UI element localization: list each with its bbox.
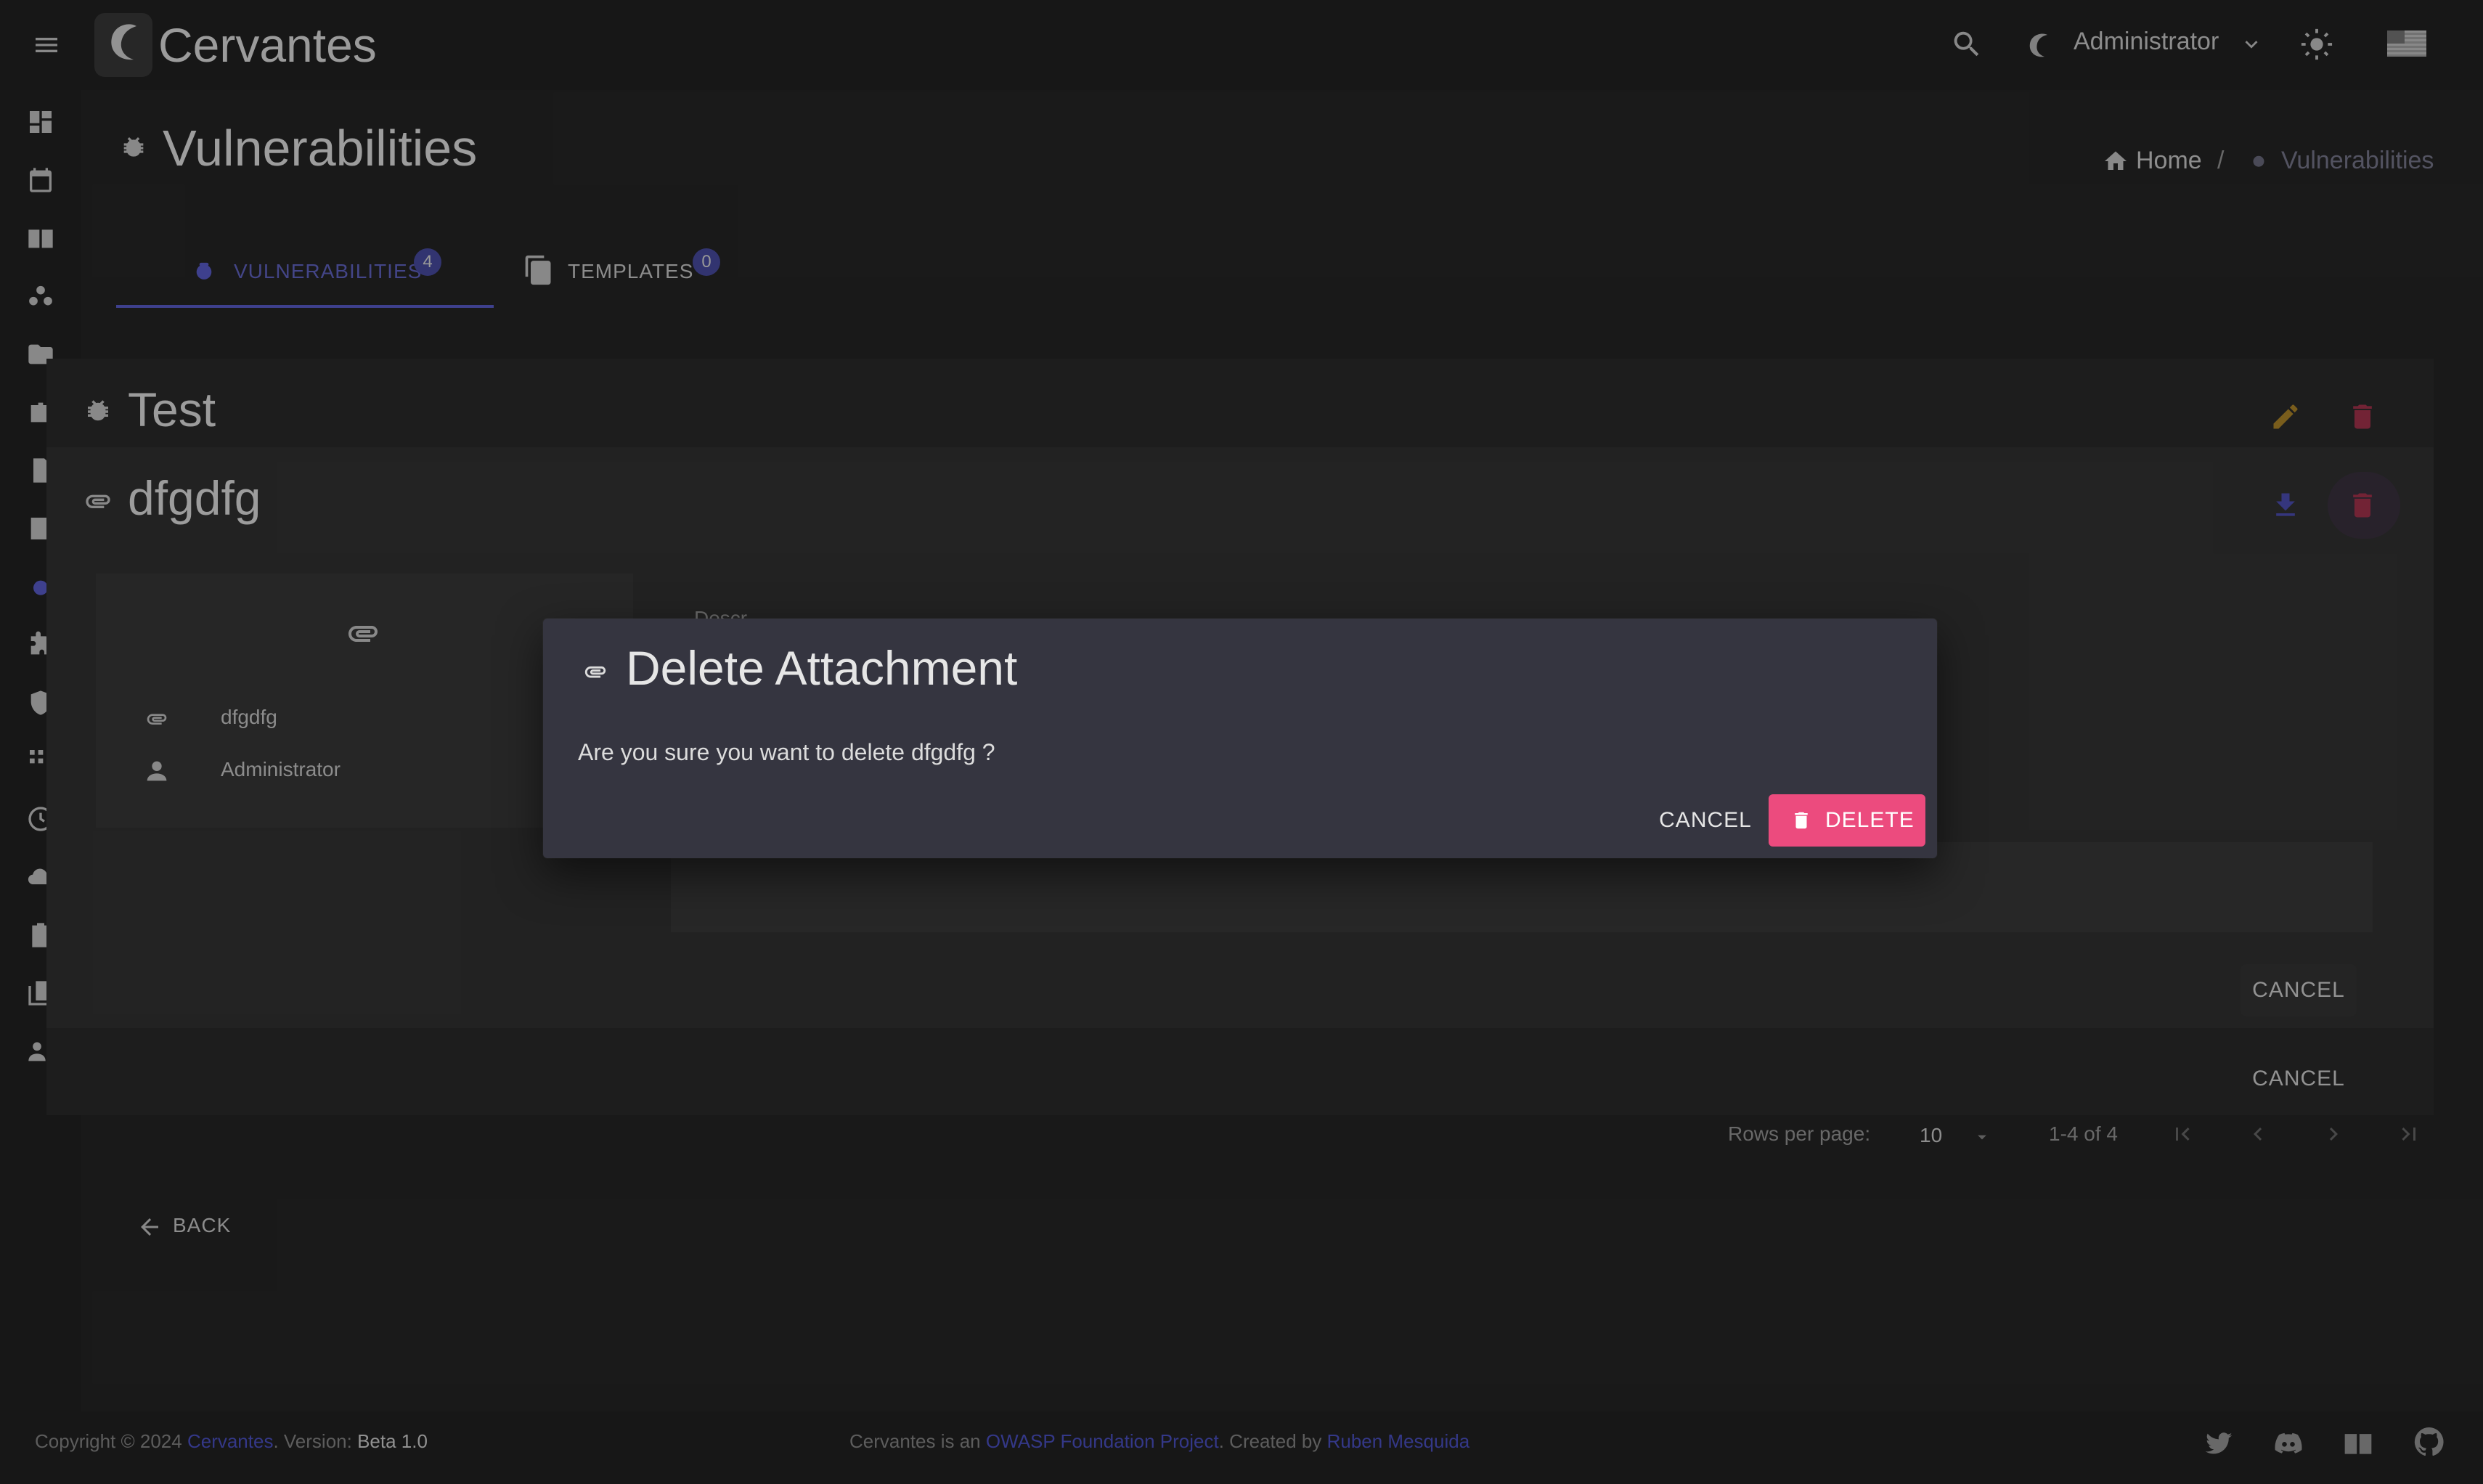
attachment-icon [579,659,611,684]
delete-button-label: DELETE [1825,808,1915,832]
trash-icon [1790,810,1812,831]
modal-title: Delete Attachment [626,641,1018,695]
delete-button[interactable]: DELETE [1769,794,1925,847]
modal-message: Are you sure you want to delete dfgdfg ? [578,739,995,765]
cancel-button[interactable]: CANCEL [1652,794,1758,847]
